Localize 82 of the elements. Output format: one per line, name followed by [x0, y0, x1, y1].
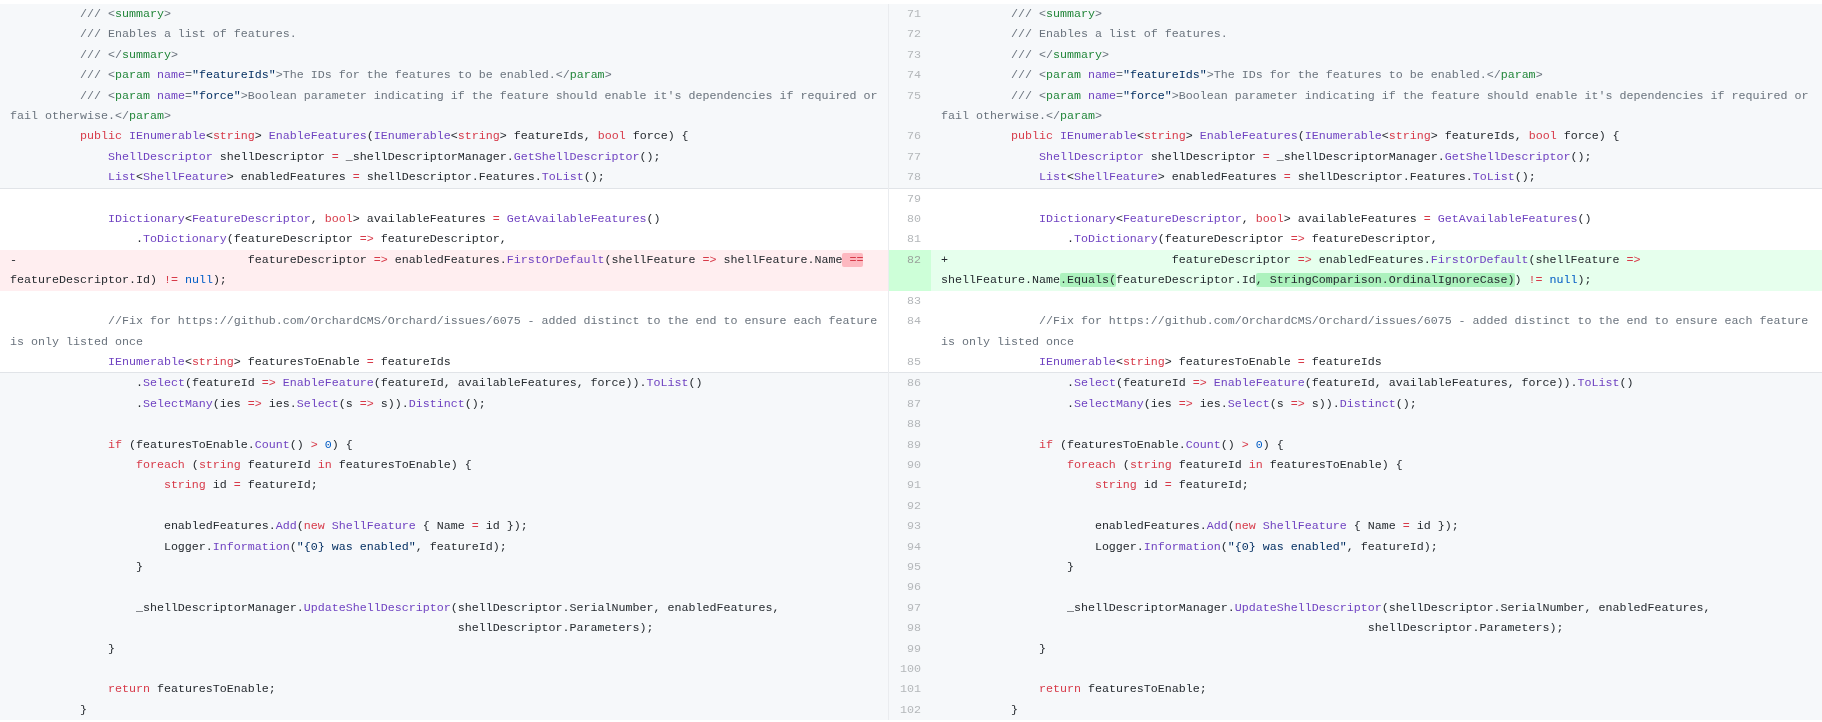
- line-number: 92: [906, 497, 922, 515]
- code-line: }: [1037, 640, 1047, 658]
- line-number: 81: [906, 231, 922, 249]
- line-number: 90: [906, 456, 922, 474]
- code-line: }: [78, 701, 88, 719]
- code-line: IDictionary<FeatureDescriptor, bool> availableFeatures = GetAvailableFeatures(): [1037, 211, 1593, 229]
- code-line: IEnumerable<string> featuresToEnable = featureIds: [1037, 353, 1383, 371]
- line-number: 97: [906, 599, 922, 617]
- code-line: if (featuresToEnable.Count() > 0) {: [106, 436, 354, 454]
- line-number: 96: [906, 579, 922, 597]
- code-line: foreach (string featureId in featuresToEnable) {: [134, 456, 473, 474]
- line-number: 78: [906, 169, 922, 187]
- code-line: /// <param name="featureIds">The IDs for the features to be enabled.</param>: [78, 67, 613, 85]
- code-line: ShellDescriptor shellDescriptor = _shellDescriptorManager.GetShellDescriptor();: [106, 148, 662, 166]
- code-line: /// </summary>: [1009, 46, 1110, 64]
- code-line: Logger.Information("{0} was enabled", featureId);: [162, 538, 508, 556]
- code-line: }: [106, 640, 116, 658]
- code-line: /// </summary>: [78, 46, 179, 64]
- code-line: enabledFeatures.Add(new ShellFeature { Name = id });: [162, 518, 529, 536]
- line-number: 85: [906, 353, 922, 371]
- line-number: 74: [906, 67, 922, 85]
- code-line: List<ShellFeature> enabledFeatures = shellDescriptor.Features.ToList();: [106, 169, 606, 187]
- code-line: foreach (string featureId in featuresToEnable) {: [1065, 456, 1404, 474]
- line-number: 93: [906, 518, 922, 536]
- code-line: IEnumerable<string> featuresToEnable = featureIds: [106, 353, 452, 371]
- code-line: .Select(featureId => EnableFeature(featureId, availableFeatures, force)).ToList(): [134, 375, 704, 393]
- code-line: }: [1065, 558, 1075, 576]
- code-line: /// <param name="featureIds">The IDs for the features to be enabled.</param>: [1009, 67, 1544, 85]
- line-number: 88: [906, 416, 922, 434]
- code-line: _shellDescriptorManager.UpdateShellDescriptor(shellDescriptor.SerialNumber, enabledFeatures,: [134, 599, 781, 617]
- line-number: 72: [906, 26, 922, 44]
- code-line: public IEnumerable<string> EnableFeatures(IEnumerable<string> featureIds, bool force) {: [78, 128, 690, 146]
- code-line: /// <param name="force">Boolean parameter indicating if the feature should enable it's dependencies if required or fail otherwise.</param>: [940, 87, 1810, 126]
- code-line: /// <summary>: [1009, 6, 1103, 23]
- code-line: return featuresToEnable;: [106, 681, 277, 699]
- code-line: string id = featureId;: [1093, 477, 1250, 495]
- code-line: /// <param name="force">Boolean parameter indicating if the feature should enable it's dependencies if required or fail otherwise.</param>: [9, 87, 879, 126]
- code-line: .ToDictionary(featureDescriptor => featureDescriptor,: [134, 231, 508, 249]
- code-line: /// Enables a list of features.: [78, 26, 298, 44]
- code-line: Logger.Information("{0} was enabled", featureId);: [1093, 538, 1439, 556]
- code-line: _shellDescriptorManager.UpdateShellDescriptor(shellDescriptor.SerialNumber, enabledFeatures,: [1065, 599, 1712, 617]
- line-number: 79: [906, 190, 922, 208]
- line-number: 87: [906, 395, 922, 413]
- code-line: }: [134, 558, 144, 576]
- code-line: string id = featureId;: [162, 477, 319, 495]
- line-number: 76: [906, 128, 922, 146]
- line-number: 99: [906, 640, 922, 658]
- line-number: 102: [899, 701, 922, 719]
- line-number: 94: [906, 538, 922, 556]
- code-line: //Fix for https://github.com/OrchardCMS/Orchard/issues/6075 - added distinct to the end to ensure each feature is only listed once: [9, 313, 879, 351]
- line-number: 73: [906, 46, 922, 64]
- line-number: 82: [889, 249, 931, 291]
- code-line: .SelectMany(ies => ies.Select(s => s)).Distinct();: [134, 395, 487, 413]
- code-line: .Select(featureId => EnableFeature(featureId, availableFeatures, force)).ToList(): [1065, 375, 1635, 393]
- line-number: 77: [906, 148, 922, 166]
- code-line: enabledFeatures.Add(new ShellFeature { Name = id });: [1093, 518, 1460, 536]
- line-number: 83: [906, 292, 922, 310]
- line-number: 71: [906, 6, 922, 23]
- line-number: 91: [906, 477, 922, 495]
- code-line: //Fix for https://github.com/OrchardCMS/Orchard/issues/6075 - added distinct to the end to ensure each feature is only listed once: [940, 313, 1810, 351]
- line-number: 86: [906, 375, 922, 393]
- code-line: if (featuresToEnable.Count() > 0) {: [1037, 436, 1285, 454]
- code-line: }: [1009, 701, 1019, 719]
- code-line: /// <summary>: [78, 6, 172, 23]
- code-line: .SelectMany(ies => ies.Select(s => s)).Distinct();: [1065, 395, 1418, 413]
- code-line: return featuresToEnable;: [1037, 681, 1208, 699]
- code-line: public IEnumerable<string> EnableFeatures(IEnumerable<string> featureIds, bool force) {: [1009, 128, 1621, 146]
- line-number: 95: [906, 558, 922, 576]
- line-number: 75: [906, 87, 922, 105]
- line-number: 98: [906, 620, 922, 638]
- line-number: 101: [899, 681, 922, 699]
- line-number: 84: [906, 313, 922, 331]
- code-line: .ToDictionary(featureDescriptor => featureDescriptor,: [1065, 231, 1439, 249]
- code-line: /// Enables a list of features.: [1009, 26, 1229, 44]
- code-line: shellDescriptor.Parameters);: [456, 620, 655, 638]
- code-line: IDictionary<FeatureDescriptor, bool> availableFeatures = GetAvailableFeatures(): [106, 211, 662, 229]
- line-number: 100: [899, 661, 922, 678]
- line-number: 80: [906, 211, 922, 229]
- code-line: List<ShellFeature> enabledFeatures = shellDescriptor.Features.ToList();: [1037, 169, 1537, 187]
- code-line: shellDescriptor.Parameters);: [1366, 620, 1565, 638]
- line-number: 89: [906, 436, 922, 454]
- code-line: ShellDescriptor shellDescriptor = _shellDescriptorManager.GetShellDescriptor();: [1037, 148, 1593, 166]
